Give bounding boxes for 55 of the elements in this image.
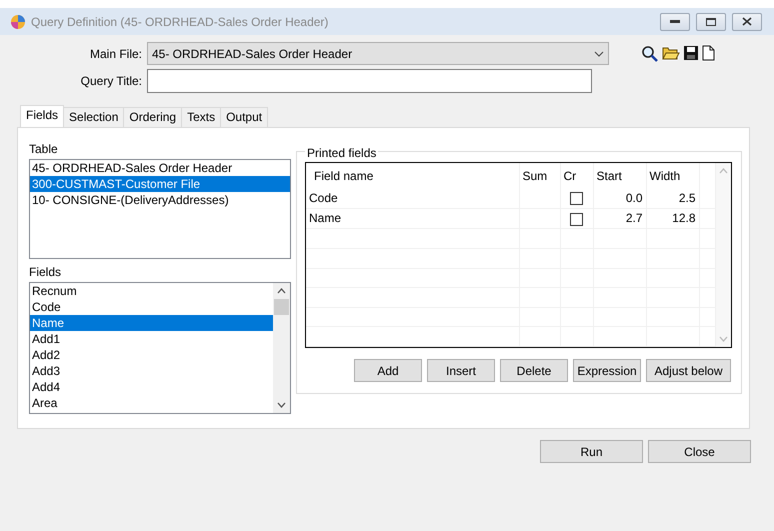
list-label: Table [29,141,58,158]
list-item[interactable]: 300-CUSTMAST-Customer File [30,176,290,192]
query-title-field[interactable] [147,69,592,93]
tab[interactable]: Fields [20,105,64,127]
action-button[interactable]: Add [354,359,422,382]
table-cell: Name [306,208,519,229]
window-title: Query Definition (45- ORDRHEAD-Sales Order Header) [31,14,328,30]
scrollbar-thumb[interactable] [274,299,289,315]
dialog-button[interactable]: Close [648,440,751,463]
chevron-down-icon [594,50,604,56]
main-file-dropdown[interactable]: 45- ORDRHEAD-Sales Order Header [147,42,609,65]
app-logo-icon [10,14,26,30]
minimize-button[interactable] [660,12,690,30]
list-item[interactable]: Add3 [30,363,273,379]
list-label: Fields [29,264,62,281]
action-button[interactable]: Insert [427,359,495,382]
fields-list[interactable]: Recnum Code Name Add1 Add2 Add3 Add4 Area [29,282,291,414]
maximize-icon [706,18,716,26]
table-cell: Code [306,188,519,208]
table-cell: 12.8 [646,208,699,229]
list-item[interactable]: 10- CONSIGNE-(DeliveryAddresses) [30,192,290,208]
table-cell: 2.5 [646,188,699,208]
checkbox[interactable] [570,212,583,226]
scrollbar[interactable] [273,283,290,413]
field-label: Main File: [90,46,142,60]
list-item[interactable]: 45- ORDRHEAD-Sales Order Header [30,160,290,176]
table-cell: 2.7 [593,208,646,229]
maximize-button[interactable] [696,12,726,30]
expression-button[interactable]: Expression [573,359,641,382]
list-item[interactable]: Name [30,315,273,331]
column-header[interactable]: Sum [519,163,560,188]
dialog-button[interactable]: Run [540,440,643,463]
list-item[interactable]: Area [30,395,273,411]
action-button[interactable]: Adjust below [646,359,731,382]
checkbox[interactable] [570,192,583,206]
list-item[interactable]: Add4 [30,379,273,395]
column-header[interactable]: Width [646,163,699,188]
list-item[interactable]: Recnum [30,283,273,299]
list-item[interactable]: Add1 [30,331,273,347]
close-button[interactable] [732,12,762,30]
column-header[interactable]: Start [593,163,646,188]
tab[interactable]: Output [220,107,268,127]
table-cell: 0.0 [593,188,646,208]
table-list[interactable]: 45- ORDRHEAD-Sales Order Header 300-CUSTMAST-Customer File 10- CONSIGNE-(DeliveryAddresses) [29,159,291,259]
column-header[interactable]: Field name [306,163,519,188]
list-item[interactable]: Add2 [30,347,273,363]
action-button[interactable]: Delete [500,359,568,382]
search-icon[interactable] [641,44,659,62]
new-document-icon[interactable] [702,44,715,60]
folder-icon[interactable] [662,44,680,60]
field-label: Query Title: [80,74,142,88]
column-header[interactable]: Cr [560,163,593,188]
minimize-icon [670,20,680,24]
close-icon [742,17,752,26]
list-item[interactable]: Code [30,299,273,315]
